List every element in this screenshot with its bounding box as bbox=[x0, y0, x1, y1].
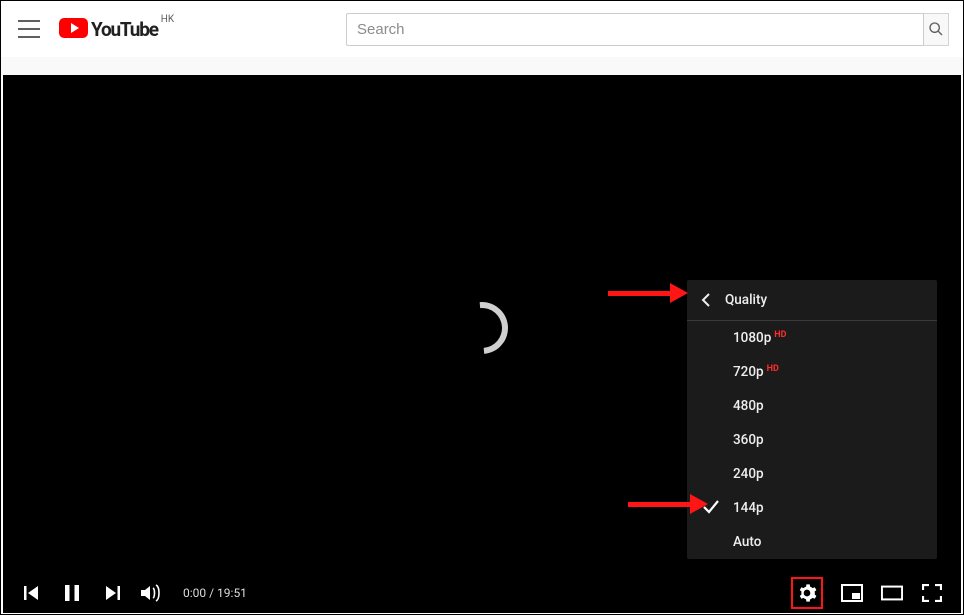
check-icon bbox=[703, 534, 719, 550]
quality-menu-title: Quality bbox=[725, 292, 767, 308]
player-controls: 0:00 / 19:51 bbox=[3, 573, 961, 613]
quality-option[interactable]: Auto bbox=[687, 525, 937, 559]
quality-option-label: 144p bbox=[733, 500, 764, 516]
chevron-left-icon bbox=[701, 293, 711, 307]
annotation-arrow bbox=[608, 283, 688, 303]
gear-icon bbox=[797, 583, 817, 603]
next-button[interactable] bbox=[101, 582, 123, 604]
play-icon bbox=[59, 18, 88, 38]
logo-region: HK bbox=[161, 14, 174, 25]
quality-option-label: 360p bbox=[733, 432, 764, 448]
quality-option-label: 720pHD bbox=[733, 364, 779, 380]
quality-option[interactable]: 240p bbox=[687, 457, 937, 491]
annotation-highlight bbox=[791, 577, 823, 609]
hd-badge: HD bbox=[774, 330, 786, 340]
quality-option[interactable]: 144p bbox=[687, 491, 937, 525]
quality-option-label: 480p bbox=[733, 398, 764, 414]
time-display: 0:00 / 19:51 bbox=[183, 586, 247, 600]
hamburger-icon[interactable] bbox=[15, 15, 43, 43]
time-duration: 19:51 bbox=[217, 586, 247, 600]
settings-button[interactable] bbox=[796, 582, 818, 604]
search-button[interactable] bbox=[924, 13, 949, 46]
quality-menu-back[interactable]: Quality bbox=[687, 280, 937, 321]
content-gap bbox=[1, 57, 963, 75]
search-input[interactable] bbox=[346, 13, 924, 46]
quality-option-label: 1080pHD bbox=[733, 330, 787, 346]
quality-option[interactable]: 480p bbox=[687, 389, 937, 423]
check-icon bbox=[703, 330, 719, 346]
previous-button[interactable] bbox=[21, 582, 43, 604]
quality-option-label: Auto bbox=[733, 534, 761, 550]
search-container bbox=[346, 13, 949, 46]
youtube-logo[interactable]: YouTube HK bbox=[59, 18, 174, 41]
check-icon bbox=[703, 398, 719, 414]
loading-spinner-icon bbox=[445, 291, 518, 364]
fullscreen-button[interactable] bbox=[921, 582, 943, 604]
theater-button[interactable] bbox=[881, 582, 903, 604]
hd-badge: HD bbox=[767, 364, 779, 374]
quality-option[interactable]: 720pHD bbox=[687, 355, 937, 389]
top-bar: YouTube HK bbox=[1, 1, 963, 57]
quality-option[interactable]: 1080pHD bbox=[687, 321, 937, 355]
video-player[interactable]: Quality 1080pHD 720pHD 480p 360p 240p 144p Aut… bbox=[3, 75, 961, 613]
quality-option[interactable]: 360p bbox=[687, 423, 937, 457]
check-icon bbox=[703, 432, 719, 448]
logo-text: YouTube bbox=[91, 18, 158, 41]
miniplayer-button[interactable] bbox=[841, 582, 863, 604]
search-icon bbox=[928, 21, 944, 37]
check-icon bbox=[703, 466, 719, 482]
volume-button[interactable] bbox=[141, 582, 163, 604]
quality-option-label: 240p bbox=[733, 466, 764, 482]
time-current: 0:00 bbox=[183, 586, 206, 600]
check-icon bbox=[703, 500, 719, 516]
quality-menu: Quality 1080pHD 720pHD 480p 360p 240p 144p Aut… bbox=[687, 280, 937, 559]
check-icon bbox=[703, 364, 719, 380]
pause-button[interactable] bbox=[61, 582, 83, 604]
